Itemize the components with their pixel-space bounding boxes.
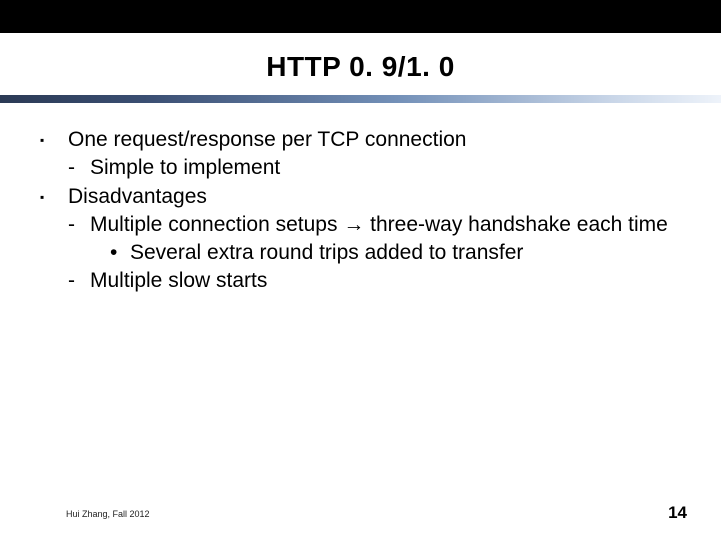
slide-body: ▪ One request/response per TCP connectio… (0, 103, 721, 295)
bullet-mark: • (110, 240, 130, 266)
bullet-text: Disadvantages (68, 184, 691, 210)
bullet-text: Several extra round trips added to trans… (130, 240, 691, 266)
bullet-level2: - Multiple slow starts (40, 268, 691, 294)
page-number: 14 (668, 503, 687, 523)
bullet-mark: ▪ (40, 184, 68, 210)
bullet-text: Multiple connection setups → three-way h… (90, 212, 691, 238)
top-black-band (0, 0, 721, 33)
bullet-text: Simple to implement (90, 155, 691, 181)
bullet-level1: ▪ One request/response per TCP connectio… (40, 127, 691, 153)
bullet-text: Multiple slow starts (90, 268, 691, 294)
slide-title: HTTP 0. 9/1. 0 (0, 33, 721, 95)
bullet-level2: - Simple to implement (40, 155, 691, 181)
bullet-level1: ▪ Disadvantages (40, 184, 691, 210)
bullet-level3: • Several extra round trips added to tra… (40, 240, 691, 266)
bullet-mark: - (68, 268, 90, 294)
bullet-level2: - Multiple connection setups → three-way… (40, 212, 691, 238)
bullet-mark: ▪ (40, 127, 68, 153)
bullet-text: One request/response per TCP connection (68, 127, 691, 153)
footer-author: Hui Zhang, Fall 2012 (66, 509, 150, 519)
gradient-divider (0, 95, 721, 103)
bullet-mark: - (68, 212, 90, 238)
bullet-mark: - (68, 155, 90, 181)
